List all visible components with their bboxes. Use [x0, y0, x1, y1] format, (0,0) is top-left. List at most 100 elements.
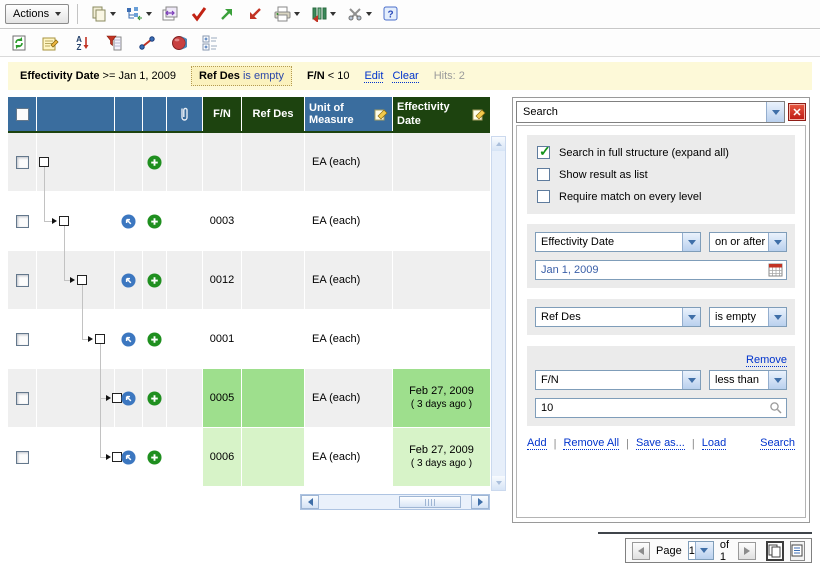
- previous-page-button[interactable]: [632, 542, 650, 560]
- option-full-structure[interactable]: Search in full structure (expand all): [537, 146, 785, 159]
- criterion-value-input[interactable]: 10: [535, 398, 787, 418]
- structure-compare-button[interactable]: [122, 4, 155, 24]
- uom-column-header[interactable]: Unit of Measure: [305, 97, 393, 131]
- edit-filter-link[interactable]: Edit: [364, 70, 383, 83]
- search-submit-link[interactable]: Search: [760, 437, 795, 450]
- add-plus-icon[interactable]: [147, 391, 162, 406]
- expand-arrow-icon[interactable]: [52, 218, 57, 224]
- navigate-icon[interactable]: [121, 391, 136, 406]
- date-value-input[interactable]: Jan 1, 2009: [535, 260, 787, 280]
- operator-select[interactable]: is empty: [709, 307, 787, 327]
- panel-selector[interactable]: Search: [516, 101, 785, 123]
- chevron-down-icon[interactable]: [682, 233, 700, 251]
- validate-button[interactable]: [186, 4, 211, 24]
- navigate-icon[interactable]: [121, 450, 136, 465]
- row-checkbox[interactable]: [16, 333, 29, 346]
- column-filter-icon[interactable]: [105, 33, 124, 53]
- next-page-button[interactable]: [738, 542, 756, 560]
- chevron-down-icon[interactable]: [768, 308, 786, 326]
- operator-select[interactable]: less than: [709, 370, 787, 390]
- close-panel-button[interactable]: ✕: [788, 103, 806, 121]
- option-result-as-list[interactable]: Show result as list: [537, 168, 785, 181]
- chevron-down-icon[interactable]: [682, 308, 700, 326]
- part-node-icon[interactable]: [77, 275, 87, 285]
- add-plus-icon[interactable]: [147, 332, 162, 347]
- add-criterion-link[interactable]: Add: [527, 437, 547, 450]
- checkout-button[interactable]: [214, 4, 239, 24]
- remove-criterion-link[interactable]: Remove: [746, 354, 787, 367]
- expand-arrow-icon[interactable]: [70, 277, 75, 283]
- row-checkbox[interactable]: [16, 215, 29, 228]
- chevron-down-icon[interactable]: [768, 371, 786, 389]
- select-all-checkbox[interactable]: [16, 108, 29, 121]
- edit-note-icon[interactable]: [41, 33, 60, 53]
- export-table-button[interactable]: [306, 4, 339, 24]
- scroll-up-button[interactable]: [492, 137, 505, 151]
- print-button[interactable]: [270, 4, 303, 24]
- add-plus-icon[interactable]: [147, 450, 162, 465]
- edit-pencil-icon[interactable]: [374, 107, 388, 121]
- scroll-right-button[interactable]: [471, 495, 489, 509]
- add-plus-icon[interactable]: [147, 155, 162, 170]
- part-node-icon[interactable]: [95, 334, 105, 344]
- sphere-view-icon[interactable]: [169, 33, 188, 53]
- horizontal-scrollbar-thumb[interactable]: [399, 496, 461, 508]
- remove-all-link[interactable]: Remove All: [563, 437, 619, 450]
- expand-arrow-icon[interactable]: [88, 336, 93, 342]
- row-checkbox[interactable]: [16, 274, 29, 287]
- checkin-button[interactable]: [242, 4, 267, 24]
- fn-column-header[interactable]: F/N: [203, 97, 242, 131]
- table-row: 0001 EA (each): [8, 310, 490, 369]
- expand-arrow-icon[interactable]: [106, 454, 111, 460]
- row-checkbox[interactable]: [16, 156, 29, 169]
- navigate-icon[interactable]: [121, 214, 136, 229]
- scroll-left-button[interactable]: [301, 495, 319, 509]
- result-as-list-checkbox[interactable]: [537, 168, 550, 181]
- add-column-header: [143, 97, 167, 131]
- row-checkbox[interactable]: [16, 392, 29, 405]
- page-select[interactable]: 1: [688, 541, 714, 560]
- effectivity-cell: [393, 133, 490, 191]
- navigate-icon[interactable]: [121, 273, 136, 288]
- uom-cell: EA (each): [305, 133, 393, 191]
- field-select[interactable]: Ref Des: [535, 307, 701, 327]
- row-checkbox[interactable]: [16, 451, 29, 464]
- measure-icon[interactable]: [137, 33, 156, 53]
- single-page-view-button[interactable]: [790, 541, 805, 561]
- actions-button[interactable]: Actions: [5, 4, 69, 24]
- navigate-icon[interactable]: [121, 332, 136, 347]
- edit-pencil-icon[interactable]: [472, 107, 486, 121]
- calendar-icon[interactable]: [768, 263, 783, 277]
- field-select[interactable]: Effectivity Date: [535, 232, 701, 252]
- part-node-icon[interactable]: [59, 216, 69, 226]
- sort-az-icon[interactable]: AZ: [73, 33, 92, 53]
- expand-arrow-icon[interactable]: [106, 395, 111, 401]
- chevron-down-icon[interactable]: [768, 233, 786, 251]
- load-link[interactable]: Load: [702, 437, 726, 450]
- help-button[interactable]: ?: [378, 4, 403, 24]
- refdes-column-header[interactable]: Ref Des: [242, 97, 305, 131]
- clear-filter-link[interactable]: Clear: [392, 70, 418, 83]
- effectivity-column-header[interactable]: Effectivity Date: [393, 97, 490, 131]
- option-match-every-level[interactable]: Require match on every level: [537, 190, 785, 203]
- swap-windows-button[interactable]: [158, 4, 183, 24]
- chevron-down-icon[interactable]: [682, 371, 700, 389]
- copy-button[interactable]: [86, 4, 119, 24]
- panel-selector-dropdown-button[interactable]: [766, 102, 784, 122]
- expand-all-icon[interactable]: [201, 33, 220, 53]
- match-every-level-checkbox[interactable]: [537, 190, 550, 203]
- part-node-icon[interactable]: [39, 157, 49, 167]
- add-plus-icon[interactable]: [147, 214, 162, 229]
- horizontal-scrollbar[interactable]: [300, 494, 490, 510]
- tools-button[interactable]: [342, 4, 375, 24]
- save-as-link[interactable]: Save as...: [636, 437, 685, 450]
- operator-select[interactable]: on or after: [709, 232, 787, 252]
- refresh-icon[interactable]: [9, 33, 28, 53]
- chevron-down-icon[interactable]: [695, 542, 713, 559]
- full-structure-checkbox[interactable]: [537, 146, 550, 159]
- multi-page-view-button[interactable]: [766, 541, 784, 561]
- add-plus-icon[interactable]: [147, 273, 162, 288]
- scroll-down-button[interactable]: [492, 476, 505, 490]
- field-select[interactable]: F/N: [535, 370, 701, 390]
- vertical-scrollbar[interactable]: [491, 136, 506, 491]
